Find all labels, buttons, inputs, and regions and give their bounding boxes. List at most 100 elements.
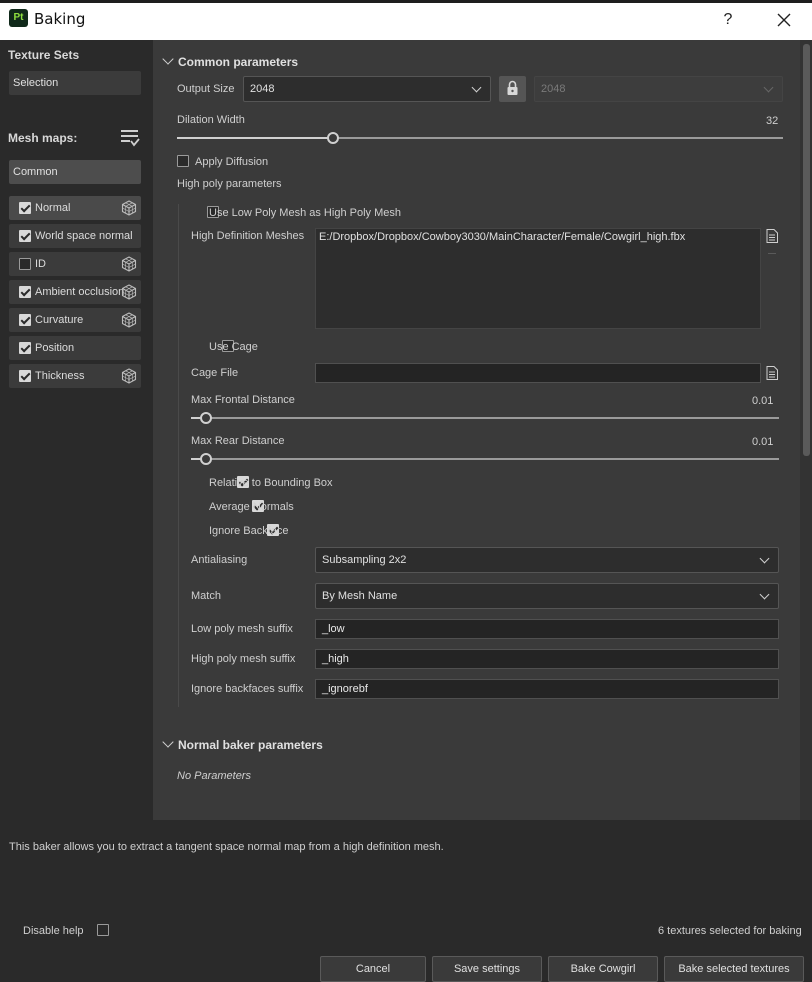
antialiasing-select[interactable]: Subsampling 2x2 [315, 547, 779, 573]
hd-meshes-file-button[interactable] [766, 229, 778, 246]
mesh-map-item[interactable]: Position [9, 336, 141, 360]
group-indent-line [178, 204, 179, 707]
match-label: Match [191, 590, 221, 602]
cancel-button[interactable]: Cancel [320, 956, 426, 982]
mesh-map-item[interactable]: World space normal [9, 224, 141, 248]
cage-file-label: Cage File [191, 367, 239, 379]
hd-meshes-label: High Definition Meshes [191, 230, 305, 242]
common-parameters-header[interactable]: Common parameters [178, 55, 298, 69]
apply-diffusion-checkbox[interactable] [177, 155, 189, 167]
high-suffix-input[interactable]: _high [315, 649, 779, 669]
mesh-map-item[interactable]: ID [9, 252, 141, 276]
mesh-map-checkbox[interactable] [19, 258, 31, 270]
mesh-cube-icon[interactable] [120, 283, 138, 301]
chevron-down-icon [471, 82, 482, 93]
hd-meshes-list[interactable]: E:/Dropbox/Dropbox/Cowboy3030/MainCharac… [315, 228, 761, 329]
mesh-cube-icon[interactable] [120, 367, 138, 385]
mesh-map-label: ID [35, 258, 46, 270]
mesh-map-checkbox[interactable] [19, 202, 31, 214]
match-select[interactable]: By Mesh Name [315, 583, 779, 609]
output-size-select[interactable]: 2048 [243, 76, 491, 102]
bake-selected-button[interactable]: Bake selected textures [664, 956, 804, 982]
mesh-map-checkbox[interactable] [19, 370, 31, 382]
mesh-map-label: Position [35, 342, 75, 354]
mesh-cube-icon[interactable] [120, 255, 138, 273]
title-bar [0, 0, 812, 40]
texture-sets-label: Texture Sets [8, 48, 80, 62]
average-normals-label: Average Normals [209, 501, 294, 513]
window-title: Baking [34, 10, 86, 28]
disable-help-label: Disable help [23, 925, 84, 937]
file-icon [766, 366, 778, 380]
dilation-slider-handle[interactable] [327, 132, 339, 144]
chevron-down-icon [763, 82, 774, 93]
ignore-suffix-input[interactable]: _ignorebf [315, 679, 779, 699]
mesh-maps-common[interactable]: Common [9, 160, 141, 184]
mesh-map-label: Ambient occlusion [35, 286, 125, 298]
lock-button[interactable] [499, 76, 526, 102]
output-size-value: 2048 [250, 83, 275, 95]
mesh-map-checkbox[interactable] [19, 342, 31, 354]
high-poly-parameters-label: High poly parameters [177, 178, 282, 190]
apply-diffusion-label: Apply Diffusion [195, 156, 269, 168]
hd-mesh-path[interactable]: E:/Dropbox/Dropbox/Cowboy3030/MainCharac… [319, 231, 685, 243]
output-size-height-select: 2048 [534, 76, 783, 102]
use-low-poly-label: Use Low Poly Mesh as High Poly Mesh [209, 207, 401, 219]
antialiasing-label: Antialiasing [191, 554, 248, 566]
match-value: By Mesh Name [322, 590, 398, 602]
mesh-map-item[interactable]: Curvature [9, 308, 141, 332]
output-size-height-value: 2048 [541, 83, 566, 95]
disable-help-checkbox[interactable] [97, 924, 110, 936]
lock-icon [507, 80, 518, 95]
selection-status: 6 textures selected for baking [658, 925, 802, 937]
file-icon [766, 229, 778, 243]
chevron-down-icon [759, 589, 770, 600]
max-rear-slider-handle[interactable] [200, 453, 212, 465]
app-logo-icon: Pt [9, 9, 28, 27]
mesh-cube-icon[interactable] [120, 311, 138, 329]
remove-mesh-icon[interactable] [768, 253, 776, 254]
mesh-map-label: Curvature [35, 314, 84, 326]
help-text: This baker allows you to extract a tange… [9, 841, 444, 853]
close-icon [777, 13, 791, 27]
mesh-maps-label: Mesh maps: [8, 131, 78, 145]
dilation-width-label: Dilation Width [177, 114, 245, 126]
no-parameters-text: No Parameters [177, 770, 251, 782]
texture-set-selection[interactable]: Selection [9, 71, 141, 95]
high-suffix-label: High poly mesh suffix [191, 653, 296, 665]
max-rear-value: 0.01 [752, 436, 774, 448]
close-button[interactable] [770, 6, 798, 34]
max-frontal-label: Max Frontal Distance [191, 394, 295, 406]
help-button[interactable]: ? [718, 8, 738, 32]
low-suffix-label: Low poly mesh suffix [191, 623, 293, 635]
cage-file-button[interactable] [766, 366, 778, 383]
mesh-map-item[interactable]: Normal [9, 196, 141, 220]
cage-file-input[interactable] [315, 363, 761, 383]
filter-list-icon[interactable] [120, 128, 140, 148]
dilation-slider-fill [177, 137, 332, 139]
ignore-backface-label: Ignore Backface [209, 525, 289, 537]
output-size-label: Output Size [177, 83, 235, 95]
max-rear-slider-track[interactable] [191, 458, 779, 460]
mesh-map-label: Thickness [35, 370, 85, 382]
low-suffix-input[interactable]: _low [315, 619, 779, 639]
mesh-map-checkbox[interactable] [19, 286, 31, 298]
left-panel [0, 40, 153, 820]
scrollbar-thumb[interactable] [803, 44, 810, 456]
relative-bbox-label: Relative to Bounding Box [209, 477, 333, 489]
normal-baker-header[interactable]: Normal baker parameters [178, 738, 323, 752]
bake-cowgirl-button[interactable]: Bake Cowgirl [548, 956, 658, 982]
max-frontal-slider-track[interactable] [191, 417, 779, 419]
mesh-map-checkbox[interactable] [19, 230, 31, 242]
mesh-map-item[interactable]: Ambient occlusion [9, 280, 141, 304]
mesh-map-label: World space normal [35, 230, 133, 242]
max-rear-label: Max Rear Distance [191, 435, 285, 447]
dilation-width-value: 32 [766, 115, 779, 127]
save-settings-button[interactable]: Save settings [432, 956, 542, 982]
mesh-cube-icon[interactable] [120, 199, 138, 217]
ignore-suffix-label: Ignore backfaces suffix [191, 683, 304, 695]
use-cage-label: Use Cage [209, 341, 258, 353]
mesh-map-item[interactable]: Thickness [9, 364, 141, 388]
max-frontal-slider-handle[interactable] [200, 412, 212, 424]
mesh-map-checkbox[interactable] [19, 314, 31, 326]
